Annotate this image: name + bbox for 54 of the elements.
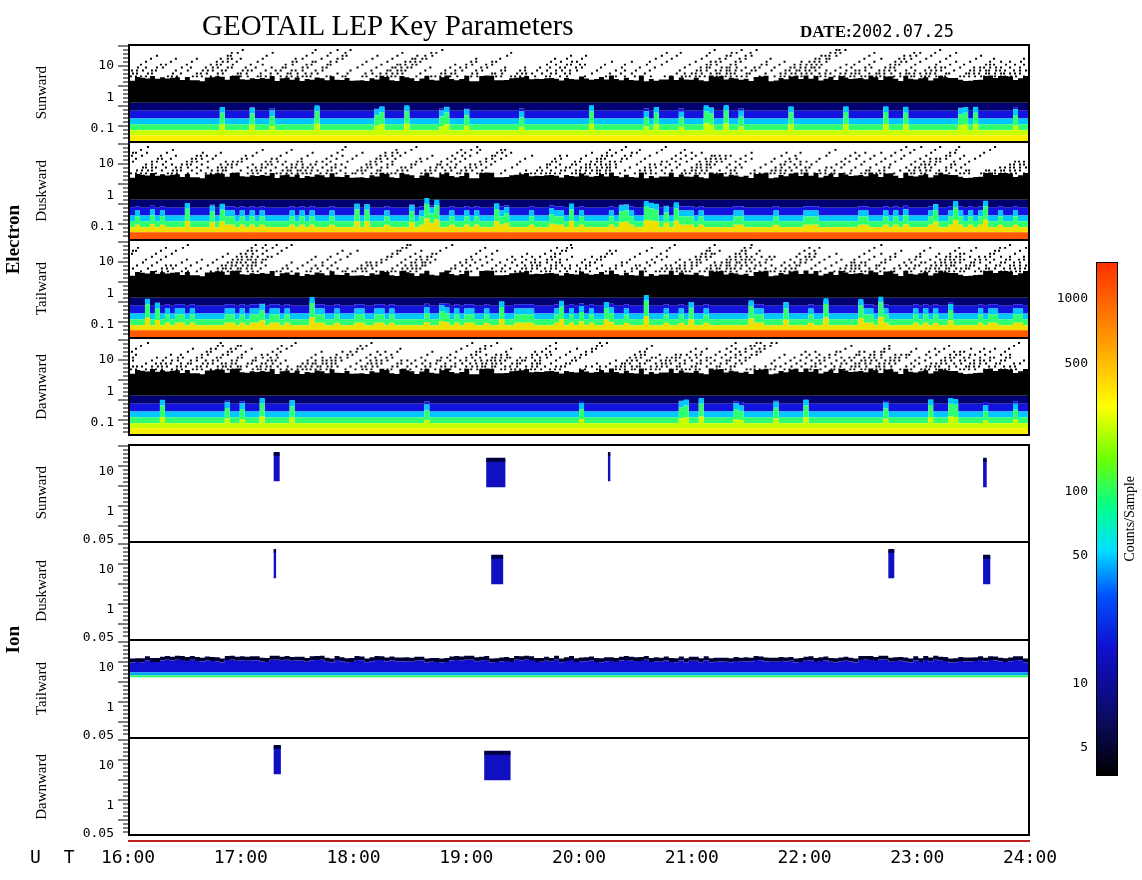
y-tick-label: 1 bbox=[106, 88, 114, 104]
x-tick-label: 23:00 bbox=[890, 846, 945, 867]
x-tick-label: 19:00 bbox=[439, 846, 494, 867]
group-label: Electron bbox=[2, 205, 24, 275]
direction-label: Tailward bbox=[32, 262, 50, 316]
y-tick-label: 1 bbox=[106, 502, 114, 518]
y-tick-label: 0.05 bbox=[82, 824, 114, 840]
direction-label: Dawnward bbox=[32, 754, 50, 820]
colorbar-tick-label: 10 bbox=[1072, 674, 1088, 690]
direction-label: Duskward bbox=[32, 160, 50, 222]
x-axis-label: U T bbox=[30, 846, 81, 867]
colorbar-tick-label: 500 bbox=[1064, 354, 1088, 370]
chart-title: GEOTAIL LEP Key Parameters bbox=[202, 9, 575, 42]
x-tick-label: 16:00 bbox=[100, 846, 156, 867]
direction-label: Tailward bbox=[32, 662, 50, 716]
direction-label: Sunward bbox=[32, 66, 50, 120]
x-tick-label: 18:00 bbox=[326, 846, 381, 867]
y-tick-label: 1 bbox=[106, 796, 114, 812]
colorbar-tick-label: 100 bbox=[1064, 482, 1088, 498]
direction-label: Sunward bbox=[32, 466, 50, 520]
colorbar-tick-label: 5 bbox=[1080, 738, 1088, 754]
y-tick-label: 0.1 bbox=[90, 217, 114, 233]
y-tick-label: 10 bbox=[98, 154, 114, 170]
y-tick-label: 0.1 bbox=[90, 315, 114, 331]
x-tick-label: 21:00 bbox=[664, 846, 719, 867]
y-tick-label: 10 bbox=[98, 462, 114, 478]
y-tick-label: 1 bbox=[106, 600, 114, 616]
x-tick-label: 24:00 bbox=[1002, 846, 1058, 867]
y-tick-label: 1 bbox=[106, 284, 114, 300]
y-tick-label: 0.05 bbox=[82, 530, 114, 546]
date-value: 2002.07.25 bbox=[851, 21, 954, 41]
direction-label: Duskward bbox=[32, 560, 50, 622]
colorbar-tick-label: 50 bbox=[1072, 546, 1088, 562]
y-tick-label: 0.1 bbox=[90, 413, 114, 429]
x-tick-label: 20:00 bbox=[551, 846, 607, 867]
colorbar-tick-label: 1000 bbox=[1056, 289, 1088, 305]
date-label: DATE: bbox=[800, 22, 852, 42]
y-tick-label: 0.05 bbox=[82, 726, 114, 742]
y-tick-label: 10 bbox=[98, 56, 114, 72]
y-tick-label: 1 bbox=[106, 382, 114, 398]
y-tick-label: 0.1 bbox=[90, 119, 114, 135]
y-tick-label: 10 bbox=[98, 350, 114, 366]
y-tick-label: 0.05 bbox=[82, 628, 114, 644]
colorbar-title: Counts/Sample bbox=[1122, 476, 1138, 562]
group-label: Ion bbox=[2, 626, 24, 654]
y-tick-label: 10 bbox=[98, 560, 114, 576]
y-tick-label: 10 bbox=[98, 756, 114, 772]
y-tick-label: 10 bbox=[98, 252, 114, 268]
x-tick-label: 17:00 bbox=[213, 846, 268, 867]
y-tick-label: 10 bbox=[98, 658, 114, 674]
direction-label: Dawnward bbox=[32, 354, 50, 420]
y-tick-label: 1 bbox=[106, 186, 114, 202]
x-tick-label: 22:00 bbox=[777, 846, 832, 867]
y-tick-label: 1 bbox=[106, 698, 114, 714]
